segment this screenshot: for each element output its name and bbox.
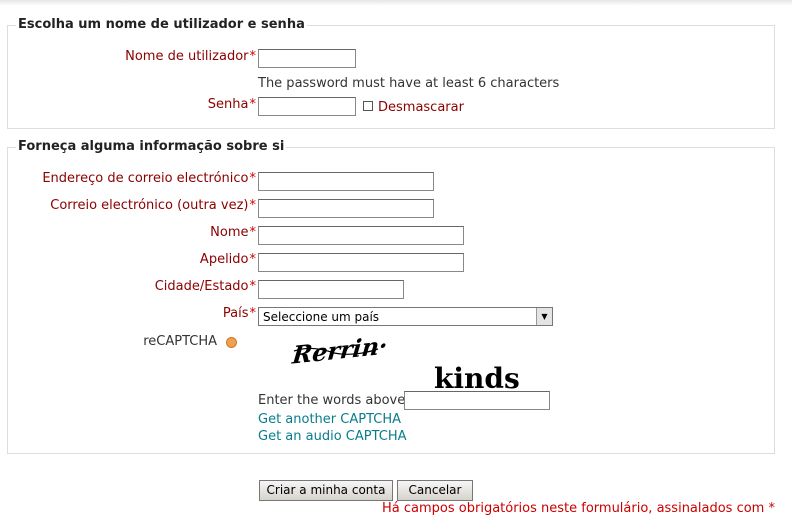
create-account-button[interactable]: Criar a minha conta bbox=[259, 480, 393, 501]
country-label: País* bbox=[222, 306, 257, 321]
email-label: Endereço de correio electrónico* bbox=[42, 171, 257, 186]
enter-words-label: Enter the words above bbox=[258, 393, 406, 408]
password-hint: The password must have at least 6 charac… bbox=[258, 76, 560, 91]
required-asterisk: * bbox=[249, 198, 257, 213]
lastname-input[interactable] bbox=[258, 253, 464, 272]
email-again-label: Correio electrónico (outra vez)* bbox=[50, 198, 257, 213]
unmask-checkbox[interactable] bbox=[363, 101, 373, 111]
lastname-label: Apelido* bbox=[199, 252, 257, 267]
account-legend: Escolha um nome de utilizador e senha bbox=[16, 17, 307, 32]
captcha-word-1: Rerrin· bbox=[290, 333, 389, 370]
country-selected-value: Seleccione um país bbox=[263, 310, 380, 324]
city-input[interactable] bbox=[258, 280, 404, 299]
cancel-button[interactable]: Cancelar bbox=[397, 480, 473, 501]
required-fields-note: Há campos obrigatórios neste formulário,… bbox=[382, 501, 775, 516]
country-select[interactable]: Seleccione um país ▼ bbox=[258, 307, 553, 326]
get-another-captcha-link[interactable]: Get another CAPTCHA bbox=[258, 412, 401, 427]
required-asterisk: * bbox=[249, 97, 257, 112]
captcha-image: Rerrin· kinds bbox=[290, 333, 520, 393]
required-asterisk: * bbox=[249, 279, 257, 294]
captcha-response-input[interactable] bbox=[404, 391, 550, 410]
password-input[interactable] bbox=[258, 97, 356, 116]
firstname-label: Nome* bbox=[210, 225, 257, 240]
required-asterisk: * bbox=[249, 171, 257, 186]
city-label: Cidade/Estado* bbox=[154, 279, 257, 294]
top-shadow bbox=[0, 0, 792, 6]
username-input[interactable] bbox=[258, 49, 356, 68]
required-asterisk: * bbox=[249, 252, 257, 267]
info-legend: Forneça alguma informação sobre si bbox=[16, 139, 287, 154]
recaptcha-label: reCAPTCHA bbox=[143, 334, 217, 349]
help-icon[interactable] bbox=[226, 337, 237, 348]
dropdown-arrow-icon[interactable]: ▼ bbox=[536, 308, 552, 325]
email-input[interactable] bbox=[258, 172, 434, 191]
password-label: Senha* bbox=[207, 97, 257, 112]
required-asterisk: * bbox=[768, 501, 776, 516]
firstname-input[interactable] bbox=[258, 226, 464, 245]
required-asterisk: * bbox=[249, 306, 257, 321]
unmask-label[interactable]: Desmascarar bbox=[378, 100, 464, 115]
required-asterisk: * bbox=[249, 49, 257, 64]
email-again-input[interactable] bbox=[258, 199, 434, 218]
required-asterisk: * bbox=[249, 225, 257, 240]
get-audio-captcha-link[interactable]: Get an audio CAPTCHA bbox=[258, 429, 407, 444]
username-label: Nome de utilizador* bbox=[125, 49, 257, 64]
captcha-word-2: kinds bbox=[434, 362, 520, 393]
